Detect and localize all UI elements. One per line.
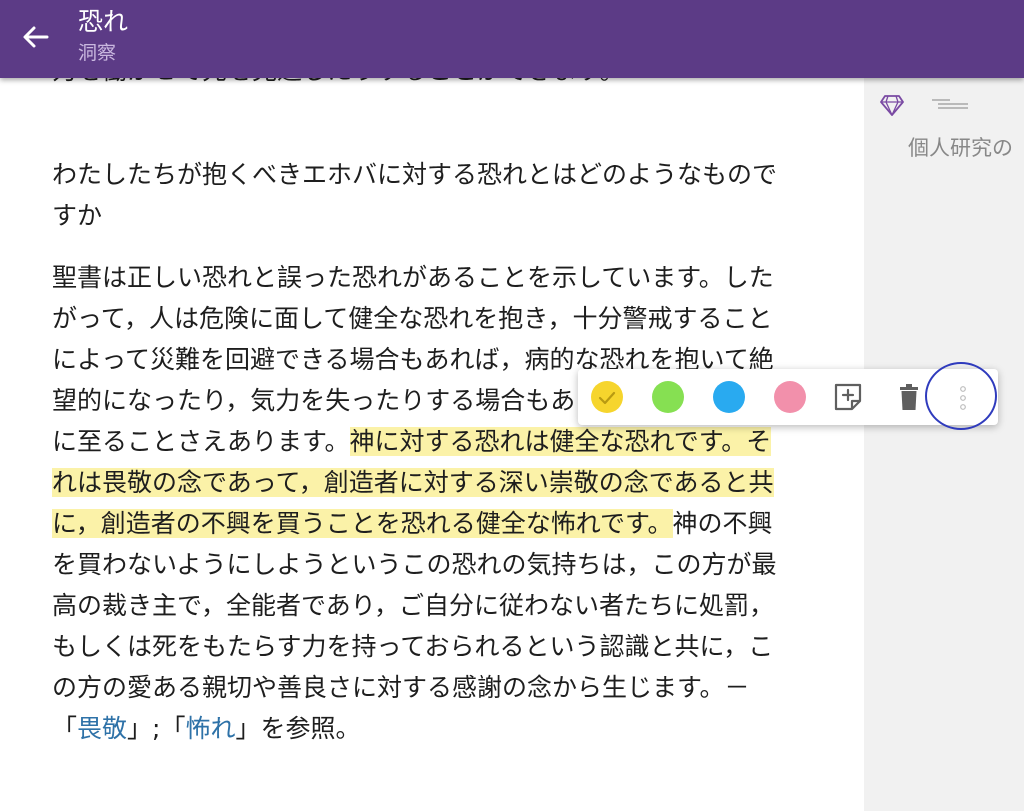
separator-text: 」;「 bbox=[127, 714, 186, 743]
app-bar: 恐れ 洞察 bbox=[0, 0, 1024, 78]
trash-icon bbox=[893, 384, 925, 417]
article-question: わたしたちが抱くべきエホバに対する恐れとはどのようなものですか bbox=[52, 160, 778, 230]
arrow-left-icon bbox=[14, 17, 58, 57]
link-osore[interactable]: 怖れ bbox=[185, 714, 235, 743]
link-ikei[interactable]: 畏敬 bbox=[77, 714, 127, 743]
paragraph-text-continued: 神の不興を買わないようにしようというこの恐れの気持ちは，この方が最高の裁き主で，… bbox=[52, 509, 777, 743]
highlight-toolbar bbox=[578, 369, 998, 425]
personal-study-label[interactable]: 個人研究の bbox=[908, 134, 1013, 162]
article-paragraph: 聖書は正しい恐れと誤った恐れがあることを示しています。したがって，人は危険に面し… bbox=[52, 257, 792, 749]
reference-end-text: 」を参照。 bbox=[235, 714, 361, 743]
add-note-icon bbox=[832, 383, 864, 417]
highlight-green-button[interactable] bbox=[652, 381, 684, 413]
check-icon bbox=[598, 390, 616, 409]
more-vertical-icon bbox=[948, 386, 994, 425]
page-subtitle: 洞察 bbox=[78, 42, 117, 64]
lines-icon[interactable] bbox=[930, 97, 970, 116]
highlight-blue-button[interactable] bbox=[713, 381, 745, 413]
delete-button[interactable] bbox=[893, 381, 925, 413]
more-options-button[interactable] bbox=[948, 373, 994, 421]
highlight-pink-button[interactable] bbox=[774, 381, 806, 413]
back-button[interactable] bbox=[14, 17, 58, 57]
add-note-button[interactable] bbox=[832, 381, 864, 413]
page-title: 恐れ bbox=[78, 7, 129, 36]
highlight-yellow-button[interactable] bbox=[591, 381, 623, 413]
gem-icon[interactable] bbox=[880, 94, 904, 120]
